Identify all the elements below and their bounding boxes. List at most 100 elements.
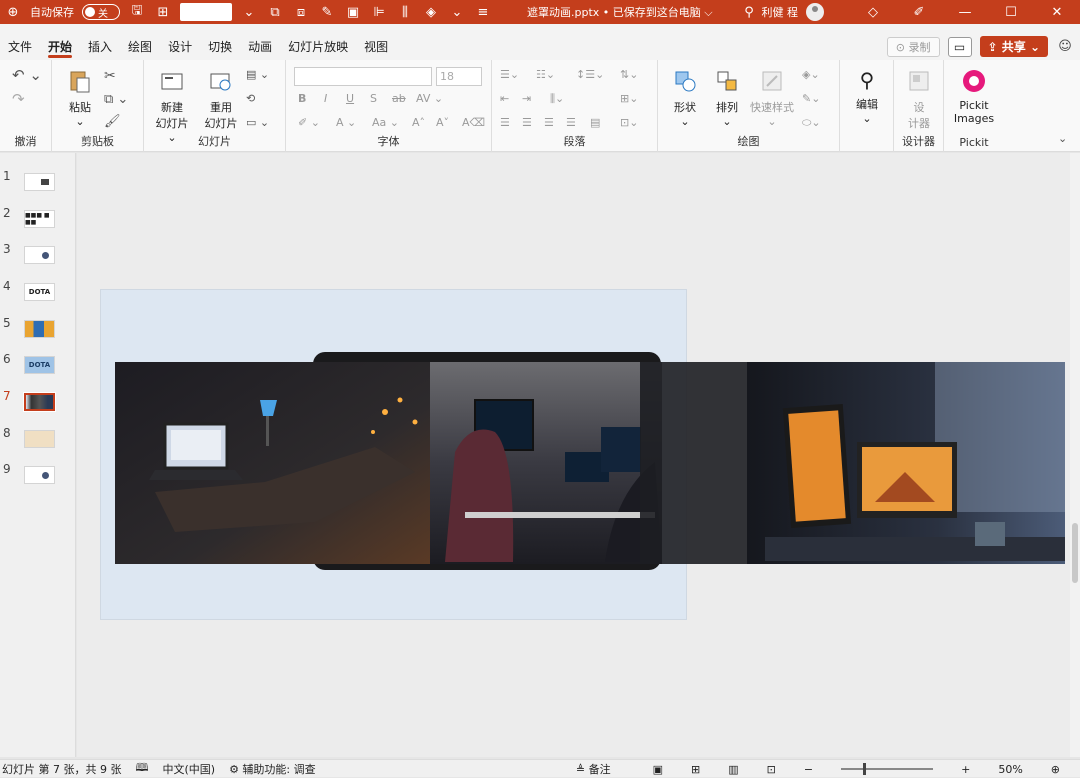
zoom-in-icon[interactable]: + <box>961 763 970 776</box>
format-painter-icon[interactable]: 🖌 <box>104 114 121 129</box>
align-right-icon[interactable]: ☰ <box>544 116 554 129</box>
normal-view-icon[interactable]: ▣ <box>653 763 663 776</box>
increase-indent-icon[interactable]: ⇥ <box>522 92 531 105</box>
layout-icon[interactable]: ▣ <box>344 3 362 21</box>
pen-icon[interactable]: ✐ <box>896 5 942 20</box>
paste-button[interactable]: 粘贴 ⌄ <box>62 68 98 128</box>
present-users-icon[interactable]: ☺ <box>1056 38 1074 56</box>
distributed-icon[interactable]: ▤ <box>590 116 600 129</box>
spellcheck-icon[interactable]: 🕮 <box>135 759 148 778</box>
font-size-input[interactable]: 18 <box>436 67 482 86</box>
distribute-icon[interactable]: ⫼ <box>396 3 414 21</box>
edit-button[interactable]: ⚲ 编辑 ⌄ <box>848 68 886 125</box>
font-color-icon[interactable]: A ⌄ <box>336 116 356 129</box>
bold-icon[interactable]: B <box>298 92 306 105</box>
group-icon[interactable]: ⧈ <box>292 3 310 21</box>
slide-thumb-5[interactable]: 5 <box>0 316 76 344</box>
clear-format-icon[interactable]: A⌫ <box>462 116 485 129</box>
slide-thumb-2[interactable]: 2 ■■■ ■ ■■ <box>0 206 76 234</box>
align-left-icon[interactable]: ☰ <box>500 116 510 129</box>
close-button[interactable]: ✕ <box>1034 5 1080 20</box>
record-button[interactable]: ⊙ 录制 <box>886 36 940 57</box>
present-icon[interactable]: ⊞ <box>154 3 172 21</box>
shape-outline-icon[interactable]: ✎⌄ <box>802 92 820 105</box>
search-icon[interactable]: ⚲ <box>740 3 758 21</box>
customize-icon[interactable]: ≡ <box>474 3 492 21</box>
redo-icon[interactable]: ↷ <box>12 90 25 108</box>
sort-icon[interactable]: ⇅⌄ <box>620 68 638 81</box>
shape-icon[interactable]: ⧉ <box>266 3 284 21</box>
highlight-icon[interactable]: ✐ ⌄ <box>298 116 320 129</box>
user-name[interactable]: 利健 程 <box>762 4 799 20</box>
notes-button[interactable]: ≜ 备注 <box>576 761 625 777</box>
change-case-icon[interactable]: Aa ⌄ <box>372 116 399 129</box>
copy-icon[interactable]: ⧉ ⌄ <box>104 92 128 107</box>
shape-effects-icon[interactable]: ⬭⌄ <box>802 116 821 130</box>
shapes-button[interactable]: 形状 ⌄ <box>666 68 704 128</box>
comment-button[interactable]: ▭ <box>947 36 972 57</box>
tab-draw[interactable]: 绘图 <box>120 34 160 60</box>
tab-home[interactable]: 开始 <box>40 34 80 60</box>
photo-strip[interactable] <box>115 352 1065 572</box>
reuse-slide-button[interactable]: 重用 幻灯片 <box>200 68 242 131</box>
slide-thumb-1[interactable]: 1 <box>0 169 76 197</box>
tab-slideshow[interactable]: 幻灯片放映 <box>280 34 356 60</box>
vertical-scrollbar[interactable] <box>1070 153 1080 757</box>
fit-slide-icon[interactable]: ⊕ <box>1051 763 1060 776</box>
tab-design[interactable]: 设计 <box>160 34 200 60</box>
slide-thumb-9[interactable]: 9 <box>0 462 76 490</box>
tab-animations[interactable]: 动画 <box>240 34 280 60</box>
quick-font-input[interactable] <box>180 3 232 21</box>
quick-styles-button[interactable]: 快速样式 ⌄ <box>748 68 796 128</box>
slideshow-icon[interactable]: ⊡ <box>767 763 776 776</box>
text-direction-icon[interactable]: ⊞⌄ <box>620 92 638 105</box>
minimize-button[interactable]: — <box>942 5 988 20</box>
underline-icon[interactable]: U <box>346 92 354 105</box>
fill-icon[interactable]: ◈ <box>422 3 440 21</box>
slide-sorter-icon[interactable]: ⊞ <box>691 763 700 776</box>
collapse-ribbon-icon[interactable]: ⌄ <box>1058 132 1067 145</box>
accessibility-icon[interactable]: ⚙ 辅助功能: 调查 <box>229 761 330 777</box>
zoom-level[interactable]: 50% <box>998 763 1022 776</box>
align-icon[interactable]: ⊫ <box>370 3 388 21</box>
layout-icon[interactable]: ▤ ⌄ <box>246 68 269 81</box>
slide-thumb-8[interactable]: 8 <box>0 426 76 454</box>
zoom-out-icon[interactable]: − <box>804 763 813 776</box>
avatar[interactable] <box>806 3 824 21</box>
dropdown-icon[interactable]: ⌄ <box>240 3 258 21</box>
shadow-icon[interactable]: S <box>370 92 377 105</box>
bullets-icon[interactable]: ☰⌄ <box>500 68 519 81</box>
italic-icon[interactable]: I <box>324 92 327 105</box>
document-title[interactable]: 遮罩动画.pptx • 已保存到这台电脑 ⌵ <box>527 4 713 20</box>
cut-icon[interactable]: ✂ <box>104 68 116 84</box>
justify-icon[interactable]: ☰ <box>566 116 576 129</box>
autosave-toggle[interactable]: 关 <box>82 4 120 20</box>
slide-thumb-6[interactable]: 6 DOTA <box>0 352 76 380</box>
slide-thumb-4[interactable]: 4 DOTA <box>0 279 76 307</box>
grow-font-icon[interactable]: A˄ <box>412 116 425 129</box>
share-button[interactable]: ⇪ 共享 ⌄ <box>979 36 1048 57</box>
maximize-button[interactable]: ☐ <box>988 5 1034 20</box>
designer-button[interactable]: 设 计器 <box>900 68 938 131</box>
numbering-icon[interactable]: ☷⌄ <box>536 68 555 81</box>
save-icon[interactable]: 🖫 <box>128 3 146 21</box>
align-center-icon[interactable]: ☰ <box>522 116 532 129</box>
columns-icon[interactable]: ⫼⌄ <box>550 92 564 106</box>
reading-view-icon[interactable]: ▥ <box>728 763 738 776</box>
section-icon[interactable]: ▭ ⌄ <box>246 116 269 129</box>
strikethrough-icon[interactable]: ab <box>392 92 406 105</box>
shape-fill-icon[interactable]: ◈⌄ <box>802 68 820 81</box>
tab-insert[interactable]: 插入 <box>80 34 120 60</box>
format-painter-icon[interactable]: ✎ <box>318 3 336 21</box>
align-text-icon[interactable]: ⊡⌄ <box>620 116 638 129</box>
tab-transitions[interactable]: 切换 <box>200 34 240 60</box>
char-spacing-icon[interactable]: AV ⌄ <box>416 92 443 105</box>
slide-thumb-3[interactable]: 3 <box>0 242 76 270</box>
shrink-font-icon[interactable]: A˅ <box>436 116 449 129</box>
tab-view[interactable]: 视图 <box>356 34 396 60</box>
font-name-input[interactable] <box>294 67 432 86</box>
zoom-slider[interactable] <box>841 763 934 775</box>
premium-icon[interactable]: ◇ <box>850 5 896 20</box>
undo-icon[interactable]: ↶ ⌄ <box>12 66 42 84</box>
slide-thumb-7[interactable]: 7 <box>0 389 76 417</box>
